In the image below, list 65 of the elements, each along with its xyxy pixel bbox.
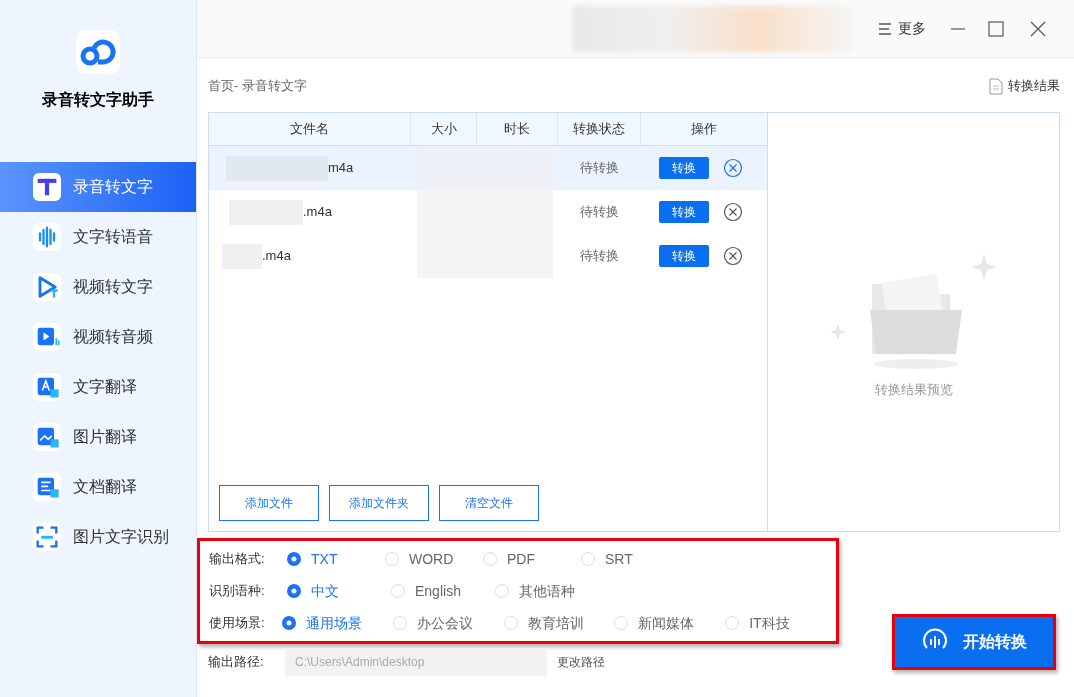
letter-t-icon [33,173,61,201]
column-header: 操作 [690,120,718,139]
radio-option[interactable]: IT科技 [725,612,836,634]
video-icon [33,323,61,351]
close-icon[interactable] [1030,20,1046,37]
status-text: 待转换 [580,248,619,264]
sidebar-item[interactable]: 图片文字识别 [0,512,196,562]
maximize-icon[interactable] [988,20,1004,37]
output-path-label: 输出路径: [208,653,265,672]
sound-wave-icon [33,223,61,251]
radio-option[interactable]: PDF [483,548,581,570]
sidebar-item[interactable]: 视频转音频 [0,312,196,362]
file-action-button[interactable]: 添加文件夹 [329,485,429,521]
app-title: 录音转文字助手 [42,90,154,110]
convert-button[interactable]: 转换 [659,157,709,179]
results-link[interactable]: 转换结果 [989,76,1060,96]
option-label: 输出格式: [209,550,266,569]
remove-icon[interactable] [723,202,743,222]
radio-option[interactable]: 办公会议 [392,612,504,634]
radio-option[interactable]: SRT [581,548,679,570]
convert-button[interactable]: 转换 [659,245,709,267]
remove-icon[interactable] [723,246,743,266]
file-action-button[interactable]: 添加文件 [219,485,319,521]
remove-icon[interactable] [723,158,743,178]
status-text: 待转换 [580,160,619,176]
table-row[interactable]: m4a 待转换 转换 [209,146,767,190]
file-action-button[interactable]: 清空文件 [439,485,539,521]
column-header: 大小 [411,113,477,145]
file-name: m4a [328,159,354,178]
sidebar-item[interactable]: 文字翻译 [0,362,196,412]
play-icon [33,273,61,301]
radio-option[interactable]: 中文 [287,580,391,602]
sidebar-item[interactable]: 视频转文字 [0,262,196,312]
document-icon [33,473,61,501]
convert-button[interactable]: 转换 [659,201,709,223]
file-name: .m4a [303,203,332,222]
menu-icon [878,21,892,36]
logo-icon [76,30,120,74]
radio-option[interactable]: 教育培训 [503,612,615,634]
document-icon [989,77,1003,95]
file-name: .m4a [262,247,291,266]
sidebar-item[interactable]: 文档翻译 [0,462,196,512]
start-convert-button[interactable]: 开始转换 [892,614,1056,670]
column-header: 时长 [477,113,558,145]
preview-label: 转换结果预览 [874,381,953,400]
breadcrumb: 首页- 录音转文字 [208,77,307,96]
change-path-button[interactable]: 更改路径 [557,653,605,671]
translate-icon [33,373,61,401]
radio-option[interactable]: 其他语种 [495,580,599,602]
option-label: 识别语种: [209,582,266,601]
option-label: 使用场景: [209,614,266,633]
status-text: 待转换 [580,204,619,220]
more-menu-button[interactable]: 更多 [878,18,926,39]
sidebar-item[interactable]: 录音转文字 [0,162,196,212]
radio-option[interactable]: English [391,580,495,602]
image-icon [33,423,61,451]
radio-option[interactable]: 通用场景 [282,612,393,634]
radio-option[interactable]: TXT [287,548,385,570]
sidebar-item[interactable]: 图片翻译 [0,412,196,462]
radio-option[interactable]: 新闻媒体 [614,612,726,634]
column-header: 转换状态 [558,113,641,145]
column-header: 文件名 [209,113,411,145]
sidebar-item[interactable]: 文字转语音 [0,212,196,262]
radio-option[interactable]: WORD [385,548,483,570]
scan-icon [33,523,61,551]
